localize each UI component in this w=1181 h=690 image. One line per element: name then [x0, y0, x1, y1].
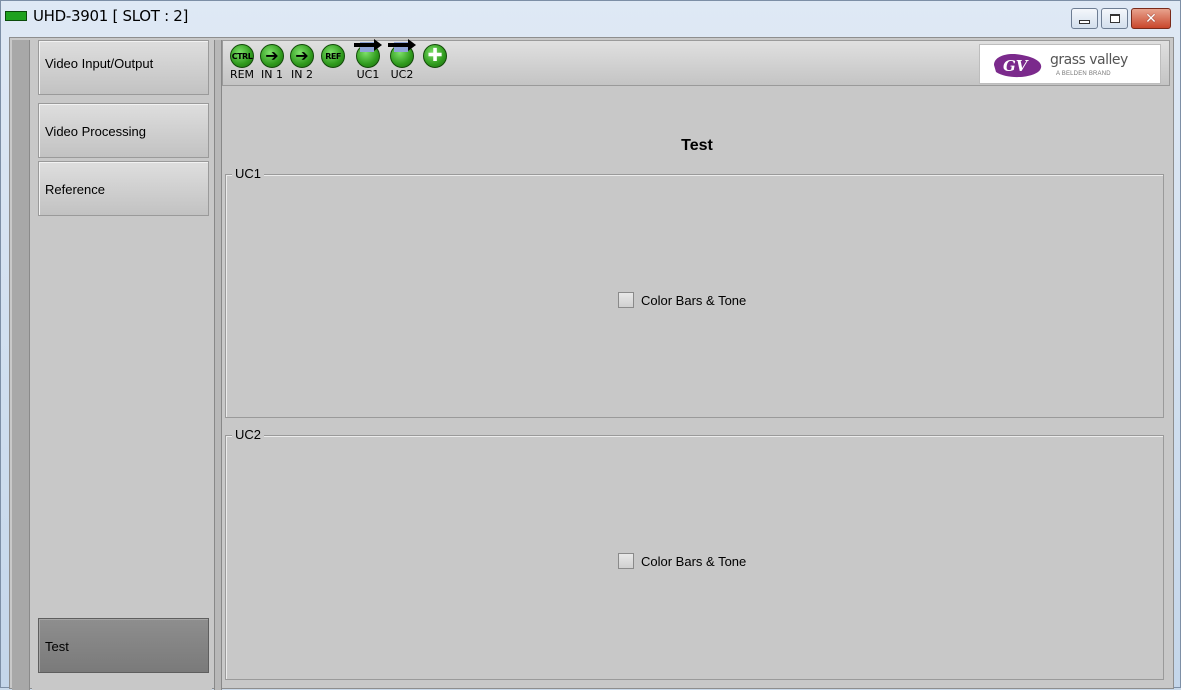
status-uc2[interactable]: UC2 [387, 39, 417, 84]
svg-text:GV: GV [1003, 57, 1029, 75]
in1-arrow-icon: ➔ [260, 44, 284, 68]
grass-valley-logo: GV grass valley A BELDEN BRAND [979, 44, 1161, 84]
window-title: UHD-3901 [ SLOT : 2] [33, 7, 189, 25]
minimize-icon [1079, 19, 1090, 24]
logo-subtitle: A BELDEN BRAND [1056, 71, 1111, 77]
uc2-arrow-icon [388, 39, 420, 53]
uc1-icon [354, 39, 382, 68]
status-in2[interactable]: ➔ IN 2 [287, 44, 317, 84]
maximize-icon [1109, 14, 1120, 23]
sidebar-item-video-processing[interactable]: Video Processing [38, 103, 209, 158]
uc2-icon [388, 39, 416, 68]
splitter[interactable] [214, 40, 222, 690]
logo-name: grass valley [1050, 52, 1128, 68]
close-button[interactable]: ✕ [1131, 8, 1171, 29]
maximize-button[interactable] [1101, 8, 1128, 29]
group-uc1: UC1 Color Bars & Tone [225, 166, 1164, 418]
status-label-in2: IN 2 [291, 68, 313, 81]
sidebar-item-test[interactable]: Test [38, 618, 209, 673]
uc1-arrow-icon [354, 39, 386, 53]
sidebar-item-reference[interactable]: Reference [38, 161, 209, 216]
status-uc1[interactable]: UC1 [353, 39, 383, 84]
close-icon: ✕ [1145, 10, 1157, 27]
app-window: UHD-3901 [ SLOT : 2] ✕ Video Input/Outpu… [0, 0, 1181, 690]
ctrl-rem-icon: CTRL [230, 44, 254, 68]
in2-arrow-icon: ➔ [290, 44, 314, 68]
status-toolbar: CTRL REM ➔ IN 1 ➔ IN 2 REF UC1 UC2 ✚ GV … [222, 39, 1170, 86]
status-label-uc2: UC2 [390, 68, 414, 81]
group-legend-uc2: UC2 [232, 427, 265, 442]
status-ref[interactable]: REF [318, 44, 348, 84]
title-bar[interactable]: UHD-3901 [ SLOT : 2] ✕ [1, 1, 1180, 37]
uc2-color-bars-tone-checkbox-row[interactable]: Color Bars & Tone [618, 553, 746, 569]
group-uc2: UC2 Color Bars & Tone [225, 427, 1164, 680]
sidebar-item-video-input-output[interactable]: Video Input/Output [38, 40, 209, 95]
sidebar: Video Input/Output Video Processing Refe… [32, 40, 212, 690]
uc1-color-bars-tone-label: Color Bars & Tone [641, 292, 747, 308]
page-title: Test [681, 137, 713, 154]
group-legend-uc1: UC1 [232, 166, 265, 181]
gv-logo-icon: GV [994, 54, 1042, 78]
main-panel: CTRL REM ➔ IN 1 ➔ IN 2 REF UC1 UC2 ✚ GV … [222, 39, 1172, 690]
status-add[interactable]: ✚ [420, 44, 450, 84]
uc1-color-bars-tone-checkbox[interactable] [618, 292, 634, 308]
window-controls: ✕ [1068, 8, 1171, 30]
uc2-color-bars-tone-label: Color Bars & Tone [641, 553, 747, 569]
left-edge-strip [12, 40, 30, 690]
ref-icon: REF [321, 44, 345, 68]
minimize-button[interactable] [1071, 8, 1098, 29]
uc1-color-bars-tone-checkbox-row[interactable]: Color Bars & Tone [618, 292, 746, 308]
client-area: Video Input/Output Video Processing Refe… [9, 37, 1174, 690]
status-led-icon [5, 11, 27, 21]
uc2-color-bars-tone-checkbox[interactable] [618, 553, 634, 569]
plus-icon: ✚ [423, 44, 447, 68]
